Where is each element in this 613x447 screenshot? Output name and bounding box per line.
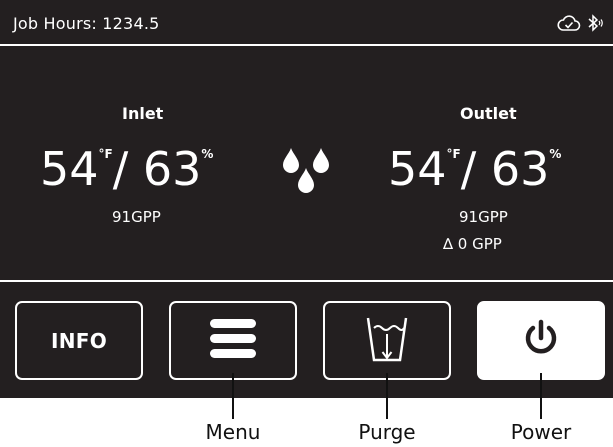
inlet-temp-value: 54 — [40, 142, 99, 196]
inlet-separator: / — [112, 142, 129, 196]
purge-button[interactable] — [323, 301, 451, 380]
inlet-temp-unit: °F — [98, 147, 113, 161]
menu-icon — [208, 317, 258, 365]
inlet-reading: 54°F/ 63% — [40, 146, 213, 192]
bluetooth-icon — [585, 13, 605, 33]
job-hours-readout: Job Hours: 1234.5 — [13, 14, 160, 33]
info-button[interactable]: INFO — [15, 301, 143, 380]
device-screen: Job Hours: 1234.5 Inlet 54°F/ 63% 91GPP — [0, 0, 613, 398]
outlet-separator: / — [460, 142, 477, 196]
outlet-temp-unit: °F — [446, 147, 461, 161]
inlet-gpp: 91GPP — [112, 208, 161, 226]
outlet-humidity-unit: % — [549, 147, 562, 161]
menu-callout-line — [232, 373, 234, 419]
purge-callout-line — [386, 373, 388, 419]
menu-button[interactable] — [169, 301, 297, 380]
outlet-gpp: 91GPP — [459, 208, 508, 226]
power-icon — [521, 318, 561, 364]
menu-callout: Menu — [205, 420, 261, 444]
inlet-label: Inlet — [122, 104, 164, 123]
inlet-humidity-value: 63 — [142, 142, 202, 196]
outlet-delta-gpp: ∆ 0 GPP — [443, 235, 502, 253]
outlet-label: Outlet — [460, 104, 517, 123]
power-callout: Power — [510, 420, 572, 444]
divider — [0, 280, 613, 282]
outlet-reading: 54°F/ 63% — [388, 146, 561, 192]
purge-icon — [364, 314, 410, 368]
outlet-temp-value: 54 — [388, 142, 447, 196]
outlet-humidity-value: 63 — [490, 142, 550, 196]
water-drops-icon — [280, 144, 332, 204]
purge-callout: Purge — [358, 420, 416, 444]
info-button-label: INFO — [50, 328, 108, 353]
status-icons — [557, 13, 605, 33]
cloud-check-icon — [557, 13, 581, 33]
power-button[interactable] — [477, 301, 605, 380]
power-callout-line — [540, 373, 542, 419]
status-bar: Job Hours: 1234.5 — [0, 0, 613, 46]
inlet-humidity-unit: % — [201, 147, 214, 161]
